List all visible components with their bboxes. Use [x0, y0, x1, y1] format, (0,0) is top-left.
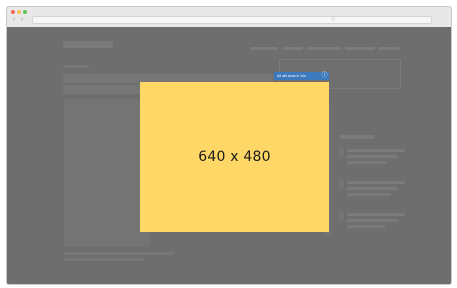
- image-caption: [64, 252, 174, 255]
- site-logo: [63, 41, 113, 48]
- interstitial-ad[interactable]: 640 x 480: [140, 82, 329, 232]
- sidebar-item[interactable]: [347, 181, 405, 184]
- close-window-button[interactable]: [11, 10, 15, 14]
- ad-dimension-label: 640 x 480: [198, 149, 271, 165]
- sidebar-item[interactable]: [347, 213, 405, 216]
- nav-link[interactable]: [307, 47, 341, 50]
- image-caption: [64, 258, 144, 261]
- sidebar-item[interactable]: [347, 225, 385, 228]
- minimize-window-button[interactable]: [17, 10, 21, 14]
- address-bar[interactable]: [32, 16, 432, 24]
- article-category: [63, 65, 89, 68]
- nav-link[interactable]: [345, 47, 375, 50]
- sidebar-item[interactable]: [347, 219, 399, 222]
- sidebar-heading: [340, 135, 374, 139]
- browser-toolbar: ‹ › ○: [7, 7, 451, 28]
- sidebar-item[interactable]: [347, 187, 397, 190]
- info-icon[interactable]: ⓘ: [320, 72, 329, 80]
- back-arrow-icon[interactable]: ‹: [11, 17, 17, 23]
- search-icon[interactable]: ○: [329, 16, 337, 24]
- maximize-window-button[interactable]: [23, 10, 27, 14]
- sidebar-item[interactable]: [347, 155, 397, 158]
- sidebar-item[interactable]: [347, 161, 387, 164]
- sidebar-thumbnail: [338, 147, 344, 157]
- sidebar-thumbnail: [338, 179, 344, 189]
- nav-link[interactable]: [378, 47, 400, 50]
- sidebar-item[interactable]: [347, 149, 405, 152]
- nav-link[interactable]: [283, 47, 303, 50]
- ad-countdown-label: Ad will close in 10s: [277, 74, 306, 78]
- article-image: [64, 99, 150, 247]
- sidebar-item[interactable]: [347, 193, 391, 196]
- nav-link[interactable]: [250, 47, 278, 50]
- sidebar-thumbnail: [338, 211, 344, 221]
- forward-arrow-icon[interactable]: ›: [19, 17, 25, 23]
